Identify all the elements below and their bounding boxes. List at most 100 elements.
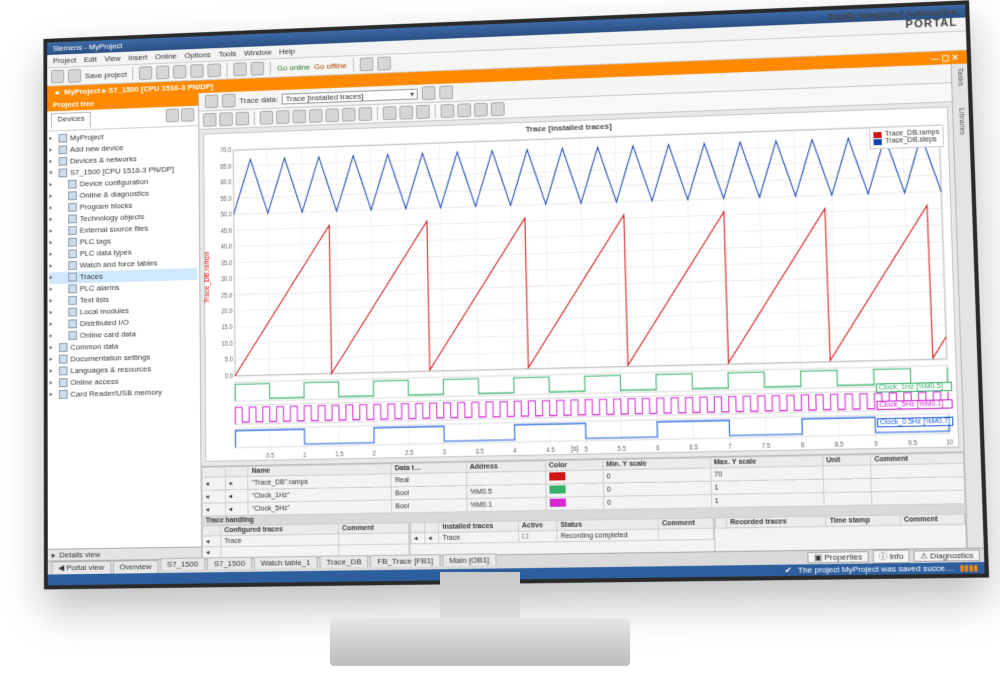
zoom-x-icon[interactable]	[309, 109, 323, 123]
redo-icon[interactable]	[208, 63, 221, 77]
fwd-icon[interactable]	[222, 94, 236, 108]
save-button[interactable]: Save project	[85, 70, 127, 80]
svg-text:5.0: 5.0	[225, 357, 234, 364]
svg-text:2: 2	[373, 450, 377, 457]
svg-text:9.5: 9.5	[908, 440, 918, 448]
open-icon[interactable]	[68, 69, 81, 83]
installed-traces-table[interactable]: Installed tracesActiveStatusComment ◂◂Tr…	[410, 517, 714, 544]
refresh-icon[interactable]	[422, 86, 436, 100]
upload-icon[interactable]	[251, 62, 265, 76]
go-online-button[interactable]: Go online	[277, 62, 310, 72]
record-icon[interactable]	[203, 113, 217, 127]
menu-project[interactable]: Project	[53, 56, 76, 66]
svg-text:10.0: 10.0	[221, 340, 233, 347]
menu-insert[interactable]: Insert	[128, 53, 147, 62]
trace-select[interactable]: Trace [installed traces]	[282, 88, 418, 104]
svg-text:65.0: 65.0	[220, 163, 232, 170]
diagnostics-button[interactable]: ⚠ Diagnostics	[914, 550, 980, 562]
editor-tab[interactable]: Trace_DB	[319, 555, 368, 568]
layout2-icon[interactable]	[457, 103, 471, 117]
svg-text:50.0: 50.0	[220, 211, 232, 218]
project-tree[interactable]: MyProjectAdd new deviceDevices & network…	[47, 126, 201, 549]
layout3-icon[interactable]	[474, 103, 488, 117]
editor-tab[interactable]: FB_Trace [FB1]	[370, 554, 440, 567]
svg-text:60.0: 60.0	[220, 179, 232, 186]
expand-icon[interactable]	[165, 108, 178, 122]
svg-text:55.0: 55.0	[220, 195, 232, 202]
collapse-icon[interactable]	[181, 108, 194, 122]
digital-signal-labels: Clock_1Hz [%M0.5]Clock_5Hz [%M0.1]Clock_…	[876, 382, 954, 436]
tasks-tab[interactable]: Tasks	[956, 68, 964, 86]
svg-text:4.5: 4.5	[546, 447, 555, 454]
config-icon[interactable]	[439, 85, 453, 99]
menu-window[interactable]: Window	[244, 48, 271, 58]
svg-text:40.0: 40.0	[221, 244, 233, 251]
layout1-icon[interactable]	[440, 104, 454, 118]
y-axis-label: Trace_DB.ramps	[203, 251, 210, 303]
cross-ref-icon[interactable]	[377, 57, 391, 71]
editor-tab[interactable]: Main [OB1]	[442, 553, 496, 566]
devices-tab[interactable]: Devices	[51, 112, 91, 129]
zoom-in-icon[interactable]	[260, 111, 274, 125]
properties-button[interactable]: ▣ Properties	[808, 551, 869, 563]
svg-text:4: 4	[513, 448, 517, 455]
copy-icon[interactable]	[156, 65, 169, 79]
menu-online[interactable]: Online	[155, 52, 177, 62]
svg-text:7: 7	[728, 443, 732, 450]
menu-tools[interactable]: Tools	[218, 49, 236, 58]
ruler-icon[interactable]	[358, 107, 372, 121]
menu-help[interactable]: Help	[279, 47, 295, 56]
zoom-y-icon[interactable]	[325, 108, 339, 122]
go-offline-button[interactable]: Go offline	[314, 61, 347, 71]
menu-options[interactable]: Options	[184, 50, 210, 60]
svg-text:2.5: 2.5	[405, 450, 414, 457]
grid-icon[interactable]	[399, 105, 413, 119]
download-icon[interactable]	[234, 62, 248, 76]
cursor-icon[interactable]	[383, 106, 397, 120]
svg-text:7.5: 7.5	[762, 443, 771, 451]
cut-icon[interactable]	[139, 66, 152, 80]
svg-text:70.0: 70.0	[220, 147, 232, 154]
sidebar-collapse-icon[interactable]: ◂	[55, 88, 59, 97]
svg-text:8: 8	[801, 442, 805, 449]
undo-icon[interactable]	[191, 64, 204, 78]
svg-text:3: 3	[443, 449, 447, 456]
layout4-icon[interactable]	[491, 102, 505, 116]
svg-text:35.0: 35.0	[221, 260, 233, 267]
play-icon[interactable]	[236, 112, 250, 126]
libraries-tab[interactable]: Libraries	[957, 108, 965, 135]
editor-tab[interactable]: S7_1500	[160, 557, 205, 570]
x-axis-label: [s]	[571, 446, 579, 453]
paste-icon[interactable]	[174, 65, 187, 79]
svg-text:8.5: 8.5	[835, 441, 844, 449]
export-icon[interactable]	[416, 105, 430, 119]
status-message: The project MyProject was saved succe…	[798, 563, 954, 574]
svg-text:10: 10	[946, 439, 954, 447]
chart-legend: Trace_DB.rampsTrace_DB.steps	[869, 125, 944, 150]
stop-icon[interactable]	[219, 112, 233, 126]
svg-text:1.5: 1.5	[335, 451, 344, 458]
chart-canvas[interactable]: 0.05.010.015.020.025.030.035.040.045.050…	[204, 121, 958, 461]
info-button[interactable]: ⓘ Info	[872, 550, 910, 564]
portal-view-tab[interactable]: ◀ Portal view	[52, 561, 111, 575]
svg-text:6: 6	[656, 445, 660, 452]
svg-text:25.0: 25.0	[221, 292, 233, 299]
overview-tab[interactable]: Overview	[113, 560, 159, 574]
svg-text:1: 1	[303, 452, 307, 459]
tree-item[interactable]: Card Reader/USB memory	[49, 386, 198, 401]
editor-tab[interactable]: Watch table_1	[254, 556, 318, 569]
new-icon[interactable]	[51, 70, 64, 84]
menu-edit[interactable]: Edit	[84, 55, 97, 64]
back-icon[interactable]	[205, 94, 219, 108]
svg-text:0.0: 0.0	[225, 373, 234, 380]
configured-traces-table[interactable]: Configured tracesComment ◂Trace◂	[202, 522, 409, 558]
editor-window-controls[interactable]: — ▢ ✕	[931, 53, 959, 63]
svg-text:3.5: 3.5	[475, 448, 484, 455]
zoom-fit-icon[interactable]	[292, 109, 306, 123]
editor-tab[interactable]: S7_1500	[207, 557, 252, 570]
zoom-out-icon[interactable]	[276, 110, 290, 124]
menu-view[interactable]: View	[104, 54, 120, 63]
search-icon[interactable]	[360, 57, 374, 71]
pan-icon[interactable]	[342, 108, 356, 122]
tree-toolbar[interactable]	[165, 108, 194, 125]
